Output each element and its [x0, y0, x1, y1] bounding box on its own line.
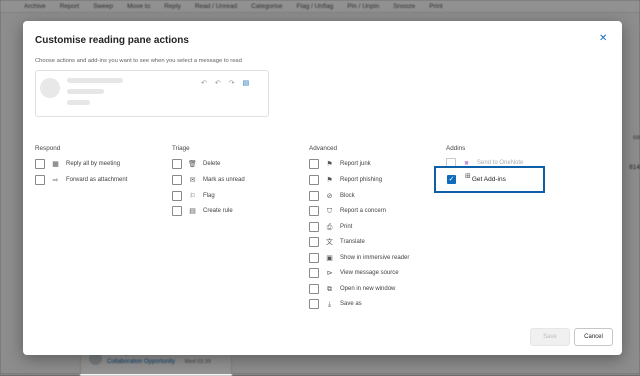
option-label: Report phishing	[340, 177, 383, 183]
close-icon[interactable]: ✕	[599, 33, 607, 44]
checkbox[interactable]	[309, 175, 319, 185]
dialog-description: Choose actions and add-ins you want to s…	[35, 58, 242, 64]
advanced-title: Advanced	[309, 145, 338, 152]
trash-icon: 🗑	[188, 160, 197, 168]
option-label: Report a concern	[340, 208, 387, 214]
option-reply-all-by-meeting[interactable]: ▦ Reply all by meeting	[35, 159, 120, 169]
checkbox[interactable]	[309, 284, 319, 294]
option-label: Flag	[203, 193, 215, 199]
option-label: Delete	[203, 161, 221, 167]
option-show-in-immersive-reader[interactable]: ▣ Show in immersive reader	[309, 253, 409, 263]
option-translate[interactable]: 文 Translate	[309, 237, 365, 247]
checkbox-checked[interactable]: ✓	[447, 175, 456, 184]
shield-icon: ⛉	[326, 207, 333, 215]
checkbox[interactable]	[35, 175, 45, 185]
option-report-a-concern[interactable]: ⛉ Report a concern	[309, 206, 386, 216]
placeholder-line	[67, 100, 90, 105]
option-label: Mark as unread	[203, 177, 245, 183]
dialog-title: Customise reading pane actions	[35, 35, 189, 46]
option-print[interactable]: ⎙ Print	[309, 222, 352, 232]
option-label: Save as	[340, 301, 362, 307]
new-window-icon: ⧉	[327, 285, 332, 293]
placeholder-line	[67, 89, 104, 94]
download-icon: ⤓	[327, 300, 332, 308]
option-label: Show in immersive reader	[340, 255, 410, 261]
code-icon: ⊳	[326, 269, 333, 277]
reading-pane-preview: ↶ ↶ ↷ ▤	[35, 70, 269, 117]
checkbox[interactable]	[309, 237, 319, 247]
printer-icon: ⎙	[326, 223, 333, 231]
checkbox[interactable]	[309, 191, 319, 201]
option-delete[interactable]: 🗑 Delete	[172, 159, 220, 169]
add-ins-preview-icon: ▤	[242, 80, 250, 87]
checkbox[interactable]	[172, 175, 182, 185]
cancel-button[interactable]: Cancel	[574, 328, 613, 346]
checkbox[interactable]	[35, 159, 45, 169]
checkbox[interactable]	[309, 253, 319, 263]
triage-title: Triage	[172, 145, 190, 152]
reply-icon: ↶	[201, 80, 207, 87]
rule-icon: ▤	[189, 207, 196, 215]
addins-title: Addins	[446, 145, 466, 152]
block-icon: ⊘	[326, 192, 333, 200]
preview-action-icons: ↶ ↶ ↷ ▤	[201, 79, 249, 87]
calendar-reply-icon: ▦	[52, 160, 59, 168]
forward-icon: ↷	[228, 80, 235, 87]
option-save-as[interactable]: ⤓ Save as	[309, 299, 362, 309]
checkbox[interactable]	[309, 268, 319, 278]
translate-icon: 文	[326, 238, 333, 246]
checkbox[interactable]	[309, 299, 319, 309]
option-label: Report junk	[340, 161, 371, 167]
checkbox[interactable]	[172, 191, 182, 201]
option-label: Open in new window	[340, 286, 396, 292]
option-label: Reply all by meeting	[66, 161, 121, 167]
report-junk-icon: ⚑	[326, 160, 333, 168]
option-view-message-source[interactable]: ⊳ View message source	[309, 268, 399, 278]
checkbox[interactable]	[309, 222, 319, 232]
option-flag[interactable]: ⚐ Flag	[172, 191, 215, 201]
reply-all-icon: ↶	[214, 80, 221, 87]
add-ins-icon: ⊞	[465, 172, 471, 180]
option-mark-as-unread[interactable]: ✉ Mark as unread	[172, 175, 245, 185]
checkbox[interactable]	[309, 159, 319, 169]
immersive-reader-icon: ▣	[326, 254, 333, 262]
checkbox[interactable]	[309, 206, 319, 216]
option-label: Get Add-ins	[471, 176, 506, 183]
option-label: Forward as attachment	[66, 177, 128, 183]
checkbox[interactable]	[172, 159, 182, 169]
option-label: View message source	[340, 270, 399, 276]
checkbox[interactable]	[172, 206, 182, 216]
option-forward-as-attachment[interactable]: ⇨ Forward as attachment	[35, 175, 127, 185]
option-create-rule[interactable]: ▤ Create rule	[172, 206, 233, 216]
option-get-add-ins[interactable]: ✓ ⊞ Get Add-ins	[434, 166, 545, 193]
forward-attachment-icon: ⇨	[52, 176, 59, 184]
respond-title: Respond	[35, 145, 61, 152]
option-report-junk[interactable]: ⚑ Report junk	[309, 159, 371, 169]
option-report-phishing[interactable]: ⚑ Report phishing	[309, 175, 382, 185]
option-label: Block	[340, 193, 355, 199]
option-open-in-new-window[interactable]: ⧉ Open in new window	[309, 284, 395, 294]
option-label: Print	[340, 224, 353, 230]
envelope-icon: ✉	[189, 176, 196, 184]
flag-icon: ⚐	[189, 192, 196, 200]
report-phishing-icon: ⚑	[326, 176, 333, 184]
option-label: Translate	[340, 239, 365, 245]
avatar-placeholder	[40, 78, 60, 98]
option-label: Create rule	[203, 208, 233, 214]
placeholder-line	[67, 78, 123, 83]
option-block[interactable]: ⊘ Block	[309, 191, 355, 201]
save-button[interactable]: Save	[530, 328, 570, 346]
